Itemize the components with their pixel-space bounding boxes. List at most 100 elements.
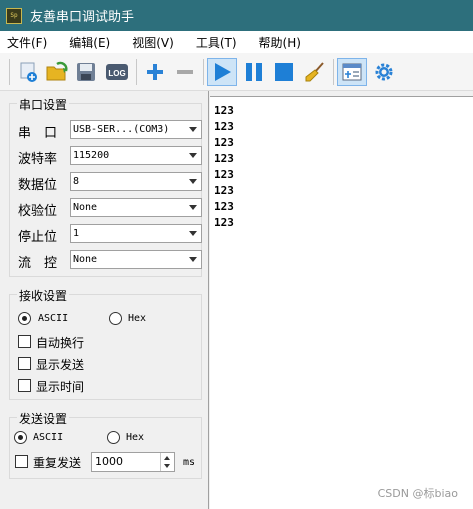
window-layout-icon — [342, 63, 362, 81]
chevron-down-icon — [189, 127, 197, 132]
show-send-label: 显示发送 — [36, 358, 85, 372]
folder-open-icon — [46, 61, 68, 81]
send-ascii-radio[interactable] — [14, 431, 27, 444]
output-line: 123 — [214, 184, 234, 197]
start-button[interactable] — [207, 58, 237, 86]
chevron-down-icon — [189, 257, 197, 262]
parity-value: None — [73, 202, 98, 213]
chevron-down-icon — [189, 179, 197, 184]
chevron-down-icon — [189, 231, 197, 236]
show-time-label: 显示时间 — [36, 380, 85, 394]
floppy-disk-icon — [77, 63, 95, 81]
save-button[interactable] — [72, 58, 100, 86]
toolbar-separator — [136, 59, 137, 85]
receive-hex-radio[interactable] — [109, 312, 122, 325]
auto-newline-checkbox[interactable] — [18, 335, 31, 348]
databits-label: 数据位 — [18, 178, 58, 193]
output-line: 123 — [214, 120, 234, 133]
watermark: CSDN @标biao — [377, 487, 458, 500]
port-value: USB-SER...(COM3) — [73, 124, 170, 135]
send-ascii-label: ASCII — [33, 432, 64, 443]
parity-select[interactable]: None — [70, 198, 202, 217]
stop-icon — [275, 63, 293, 81]
toolbar-separator — [203, 59, 204, 85]
port-select[interactable]: USB-SER...(COM3) — [70, 120, 202, 139]
menu-bar: 文件(F) 编辑(E) 视图(V) 工具(T) 帮助(H) — [0, 31, 473, 53]
toolbar-separator — [9, 59, 10, 85]
stepper-buttons[interactable] — [160, 453, 174, 471]
clear-button[interactable] — [301, 58, 329, 86]
toolbar: LOG — [0, 53, 473, 91]
serial-settings-group: 串口设置 串 口 USB-SER...(COM3) 波特率 115200 数据位… — [9, 96, 202, 277]
log-icon: LOG — [106, 64, 128, 80]
window-title: 友善串口调试助手 — [30, 10, 135, 25]
play-icon — [215, 63, 231, 81]
flowcontrol-value: None — [73, 254, 98, 265]
output-line: 123 — [214, 104, 234, 117]
receive-ascii-label: ASCII — [38, 313, 69, 324]
chevron-up-icon[interactable] — [164, 456, 170, 460]
repeat-send-checkbox[interactable] — [15, 455, 28, 468]
parity-label: 校验位 — [18, 204, 58, 219]
baudrate-select[interactable]: 115200 — [70, 146, 202, 165]
serial-settings-title: 串口设置 — [17, 96, 70, 113]
layout-button[interactable] — [337, 58, 367, 86]
stopbits-select[interactable]: 1 — [70, 224, 202, 243]
receive-hex-label: Hex — [128, 313, 147, 324]
receive-ascii-radio[interactable] — [18, 312, 31, 325]
output-line: 123 — [214, 216, 234, 229]
databits-value: 8 — [73, 176, 80, 187]
plus-icon — [147, 64, 163, 80]
flowcontrol-label: 流 控 — [18, 256, 58, 271]
stopbits-label: 停止位 — [18, 230, 58, 245]
open-button[interactable] — [43, 58, 71, 86]
chevron-down-icon — [189, 205, 197, 210]
send-settings-group: 发送设置 ASCII Hex 重复发送 1000 ms — [9, 410, 202, 479]
add-button[interactable] — [141, 58, 169, 86]
auto-newline-label: 自动换行 — [36, 336, 85, 350]
repeat-interval-stepper[interactable]: 1000 — [91, 452, 175, 472]
databits-select[interactable]: 8 — [70, 172, 202, 191]
toolbar-separator — [333, 59, 334, 85]
title-bar: Sp 友善串口调试助手 — [0, 0, 473, 31]
receive-settings-title: 接收设置 — [17, 287, 70, 304]
output-line: 123 — [214, 136, 234, 149]
port-label: 串 口 — [18, 126, 58, 141]
menu-file[interactable]: 文件(F) — [7, 34, 47, 51]
show-time-checkbox[interactable] — [18, 379, 31, 392]
pause-button[interactable] — [240, 58, 268, 86]
output-line: 123 — [214, 168, 234, 181]
log-button[interactable]: LOG — [103, 58, 131, 86]
gear-icon — [375, 63, 393, 81]
stop-button[interactable] — [270, 58, 298, 86]
baudrate-value: 115200 — [73, 150, 110, 161]
broom-icon — [305, 62, 324, 82]
remove-button[interactable] — [171, 58, 199, 86]
show-send-checkbox[interactable] — [18, 357, 31, 370]
plus-document-icon — [20, 62, 37, 82]
send-hex-radio[interactable] — [107, 431, 120, 444]
menu-edit[interactable]: 编辑(E) — [69, 34, 110, 51]
settings-panel: 串口设置 串 口 USB-SER...(COM3) 波特率 115200 数据位… — [0, 91, 209, 509]
chevron-down-icon — [189, 153, 197, 158]
menu-help[interactable]: 帮助(H) — [259, 34, 301, 51]
output-line: 123 — [214, 200, 234, 213]
receive-text-area[interactable]: 123 123 123 123 123 123 123 123 CSDN @标b… — [210, 96, 473, 509]
send-settings-title: 发送设置 — [17, 410, 70, 427]
receive-settings-group: 接收设置 ASCII Hex 自动换行 显示发送 显示时间 — [9, 287, 202, 400]
chevron-down-icon[interactable] — [164, 464, 170, 468]
interval-unit: ms — [183, 457, 196, 468]
settings-button[interactable] — [370, 58, 398, 86]
repeat-interval-value: 1000 — [95, 455, 123, 468]
menu-view[interactable]: 视图(V) — [132, 34, 174, 51]
send-hex-label: Hex — [126, 432, 145, 443]
log-icon-text: LOG — [108, 69, 125, 78]
pause-icon — [246, 63, 262, 81]
stopbits-value: 1 — [73, 228, 80, 239]
flowcontrol-select[interactable]: None — [70, 250, 202, 269]
new-connection-button[interactable] — [14, 58, 42, 86]
output-line: 123 — [214, 152, 234, 165]
repeat-send-label: 重复发送 — [33, 456, 82, 470]
menu-tools[interactable]: 工具(T) — [196, 34, 237, 51]
minus-icon — [177, 70, 193, 74]
